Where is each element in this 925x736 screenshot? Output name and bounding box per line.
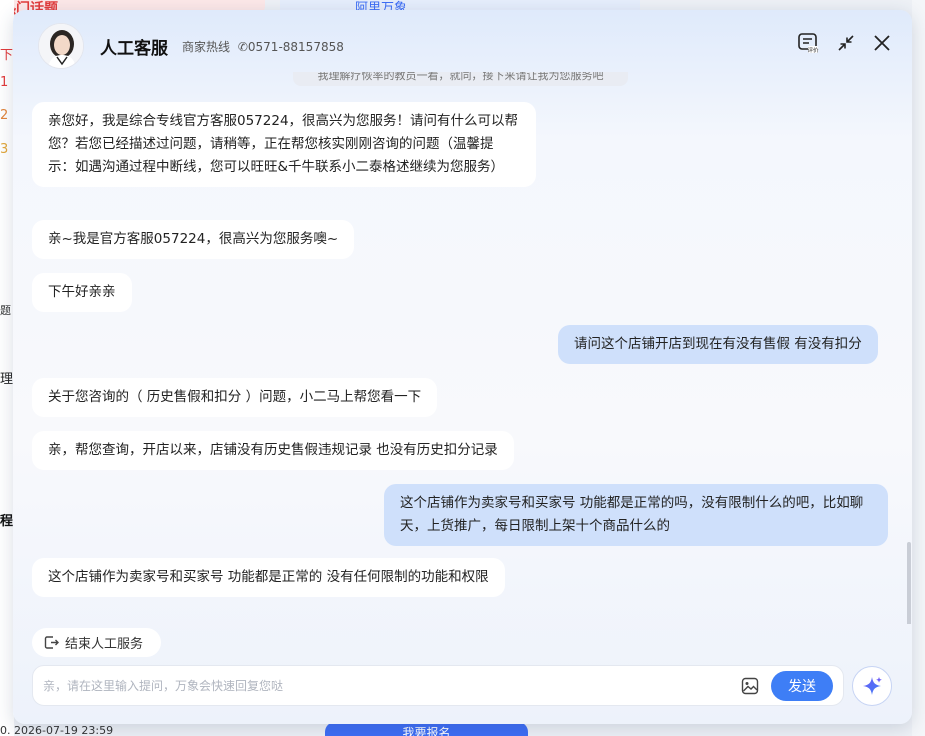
background-list-item: 3: [0, 142, 9, 157]
agent-message: 亲您好，我是综合专线官方客服057224，很高兴为您服务！请问有什么可以帮您？若…: [32, 102, 536, 187]
minimize-button[interactable]: [833, 30, 859, 56]
merchant-hotline: 商家热线 ✆0571-88157858: [182, 38, 344, 55]
agent-message: 关于您咨询的（ 历史售假和扣分 ）问题，小二马上帮您看一下: [32, 378, 438, 417]
background-list-item: 题: [0, 304, 11, 317]
agent-message: 这个店铺作为卖家号和买家号 功能都是正常的 没有任何限制的功能和权限: [32, 558, 505, 597]
agent-message: 下午好亲亲: [32, 273, 132, 312]
customer-service-dialog: 人工客服 商家热线 ✆0571-88157858 评价 我理解疗恢率的教员一看，…: [13, 10, 912, 724]
message-input-box: 发送: [32, 665, 844, 706]
chat-scrollbar[interactable]: [907, 542, 911, 624]
agent-message: 亲，帮您查询，开店以来，店铺没有历史售假违规记录 也没有历史扣分记录: [32, 431, 514, 470]
image-upload-button[interactable]: [739, 675, 761, 697]
background-signup-button[interactable]: 我要报名: [325, 722, 528, 736]
sparkle-icon: [863, 677, 882, 695]
dialog-title: 人工客服: [100, 39, 168, 59]
background-right-strip: [912, 0, 925, 736]
feedback-label: 评价: [807, 46, 819, 54]
chat-notice: 我理解疗恢率的教员一看，就同，接下来请让我为您服务吧: [293, 72, 628, 86]
message-input[interactable]: [43, 674, 723, 698]
user-message: 请问这个店铺开店到现在有没有售假 有没有扣分: [558, 325, 878, 364]
ai-assistant-button[interactable]: [852, 666, 892, 706]
close-button[interactable]: [869, 30, 895, 56]
chat-message-list[interactable]: 我理解疗恢率的教员一看，就同，接下来请让我为您服务吧 亲您好，我是综合专线官方客…: [13, 72, 912, 624]
exit-icon: [44, 636, 59, 649]
feedback-icon: 评价: [798, 33, 819, 54]
background-list-item: 程: [0, 514, 14, 529]
background-list-item: 下: [0, 48, 14, 63]
background-list-item: 2: [0, 108, 9, 123]
agent-avatar: [38, 23, 84, 69]
end-service-label: 结束人工服务: [65, 637, 144, 652]
send-button[interactable]: 发送: [771, 671, 833, 701]
shrink-icon: [838, 35, 854, 51]
hotline-label: 商家热线: [182, 40, 231, 54]
feedback-button[interactable]: 评价: [795, 30, 821, 56]
close-icon: [874, 35, 890, 51]
agent-message: 亲~我是官方客服057224，很高兴为您服务噢~: [32, 220, 355, 259]
image-icon: [741, 677, 759, 695]
background-list-item: 理: [0, 372, 14, 387]
end-service-button[interactable]: 结束人工服务: [32, 628, 161, 657]
hotline-number: 0571-88157858: [247, 40, 344, 54]
user-message: 这个店铺作为卖家号和买家号 功能都是正常的吗，没有限制什么的吧，比如聊天，上货推…: [384, 484, 888, 546]
background-list-item: 1: [0, 75, 9, 90]
dialog-header: 人工客服 商家热线 ✆0571-88157858 评价: [13, 10, 912, 78]
background-date: 0. 2026-07-19 23:59: [0, 724, 114, 736]
phone-icon: ✆: [237, 40, 248, 54]
